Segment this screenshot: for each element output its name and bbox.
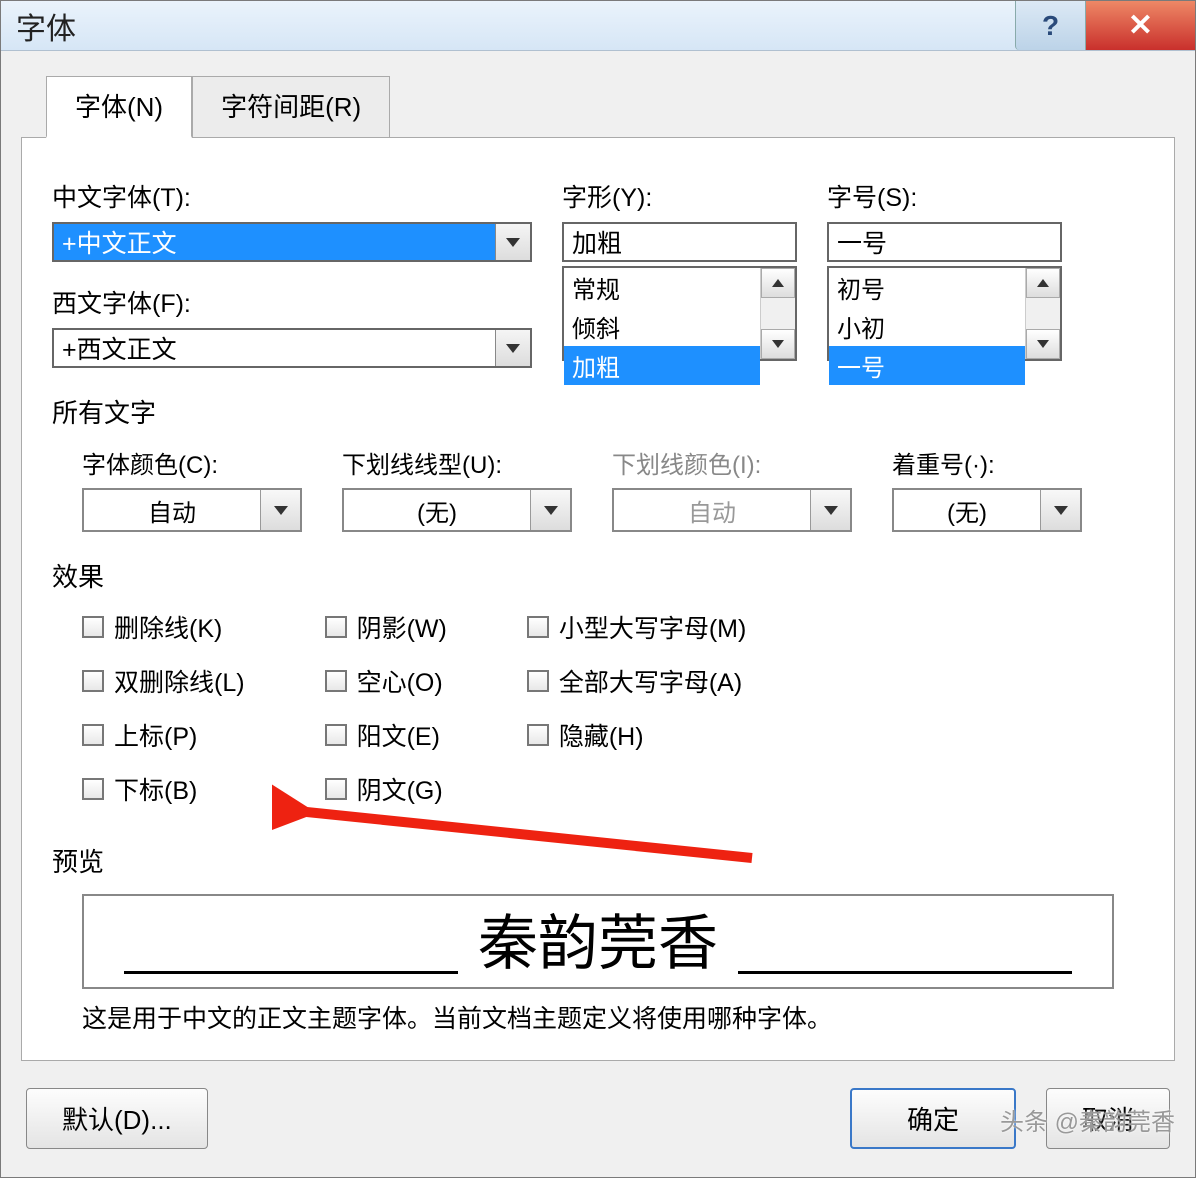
- watermark: 头条 @秦韵莞香: [1000, 1102, 1175, 1137]
- chevron-down-icon: [810, 490, 850, 530]
- chevron-down-icon: [1040, 490, 1080, 530]
- emboss-checkbox[interactable]: 阳文(E): [325, 717, 447, 753]
- western-font-label: 西文字体(F):: [52, 284, 532, 320]
- close-button[interactable]: ✕: [1085, 1, 1195, 50]
- subscript-checkbox[interactable]: 下标(B): [82, 771, 245, 807]
- font-size-label: 字号(S):: [827, 178, 1062, 214]
- underline-color-dropdown: 自动: [612, 488, 852, 532]
- font-color-dropdown[interactable]: 自动: [82, 488, 302, 532]
- tab-font[interactable]: 字体(N): [46, 76, 192, 138]
- chevron-down-icon: [495, 330, 530, 366]
- list-item[interactable]: 一号: [829, 346, 1025, 385]
- preview-underline: [738, 971, 1072, 974]
- smallcaps-checkbox[interactable]: 小型大写字母(M): [527, 609, 746, 645]
- list-item[interactable]: 常规: [564, 268, 760, 307]
- shadow-checkbox[interactable]: 阴影(W): [325, 609, 447, 645]
- effects-label: 效果: [52, 557, 1144, 594]
- font-style-listbox[interactable]: 常规 倾斜 加粗: [562, 266, 797, 361]
- underline-color-label: 下划线颜色(I):: [612, 445, 852, 480]
- scrollbar[interactable]: [1025, 268, 1060, 359]
- list-item[interactable]: 初号: [829, 268, 1025, 307]
- emphasis-mark-dropdown[interactable]: (无): [892, 488, 1082, 532]
- engrave-checkbox[interactable]: 阴文(G): [325, 771, 447, 807]
- font-dialog: 字体 ? ✕ 字体(N) 字符间距(R) 中文字体(T): +中文正文 西文字体…: [0, 0, 1196, 1178]
- list-item[interactable]: 加粗: [564, 346, 760, 385]
- preview-box: 秦韵莞香: [82, 894, 1114, 989]
- font-color-label: 字体颜色(C):: [82, 445, 302, 480]
- strikethrough-checkbox[interactable]: 删除线(K): [82, 609, 245, 645]
- chevron-down-icon: [260, 490, 300, 530]
- window-controls: ? ✕: [1015, 1, 1195, 50]
- hidden-checkbox[interactable]: 隐藏(H): [527, 717, 746, 753]
- underline-style-dropdown[interactable]: (无): [342, 488, 572, 532]
- list-item[interactable]: 小初: [829, 307, 1025, 346]
- preview-label: 预览: [52, 842, 1144, 879]
- ok-button[interactable]: 确定: [850, 1088, 1016, 1149]
- preview-note: 这是用于中文的正文主题字体。当前文档主题定义将使用哪种字体。: [82, 999, 1114, 1035]
- underline-style-label: 下划线线型(U):: [342, 445, 572, 480]
- western-font-dropdown[interactable]: +西文正文: [52, 328, 532, 368]
- tab-panel: 中文字体(T): +中文正文 西文字体(F): +西文正文 字形(Y): 加粗 …: [21, 138, 1175, 1061]
- chinese-font-dropdown[interactable]: +中文正文: [52, 222, 532, 262]
- preview-underline: [124, 971, 458, 974]
- outline-checkbox[interactable]: 空心(O): [325, 663, 447, 699]
- window-title: 字体: [16, 4, 76, 48]
- default-button[interactable]: 默认(D)...: [26, 1088, 208, 1149]
- help-button[interactable]: ?: [1015, 1, 1085, 50]
- font-style-input[interactable]: 加粗: [562, 222, 797, 262]
- scrollbar[interactable]: [760, 268, 795, 359]
- chevron-down-icon: [495, 224, 530, 260]
- font-size-input[interactable]: 一号: [827, 222, 1062, 262]
- chevron-down-icon: [530, 490, 570, 530]
- tab-strip: 字体(N) 字符间距(R): [21, 51, 1175, 138]
- preview-text: 秦韵莞香: [478, 895, 718, 982]
- chinese-font-label: 中文字体(T):: [52, 178, 532, 214]
- double-strikethrough-checkbox[interactable]: 双删除线(L): [82, 663, 245, 699]
- font-size-listbox[interactable]: 初号 小初 一号: [827, 266, 1062, 361]
- superscript-checkbox[interactable]: 上标(P): [82, 717, 245, 753]
- tab-spacing[interactable]: 字符间距(R): [192, 76, 390, 137]
- titlebar: 字体 ? ✕: [1, 1, 1195, 51]
- font-style-label: 字形(Y):: [562, 178, 797, 214]
- list-item[interactable]: 倾斜: [564, 307, 760, 346]
- all-text-label: 所有文字: [52, 393, 1144, 430]
- allcaps-checkbox[interactable]: 全部大写字母(A): [527, 663, 746, 699]
- emphasis-mark-label: 着重号(·):: [892, 445, 1082, 480]
